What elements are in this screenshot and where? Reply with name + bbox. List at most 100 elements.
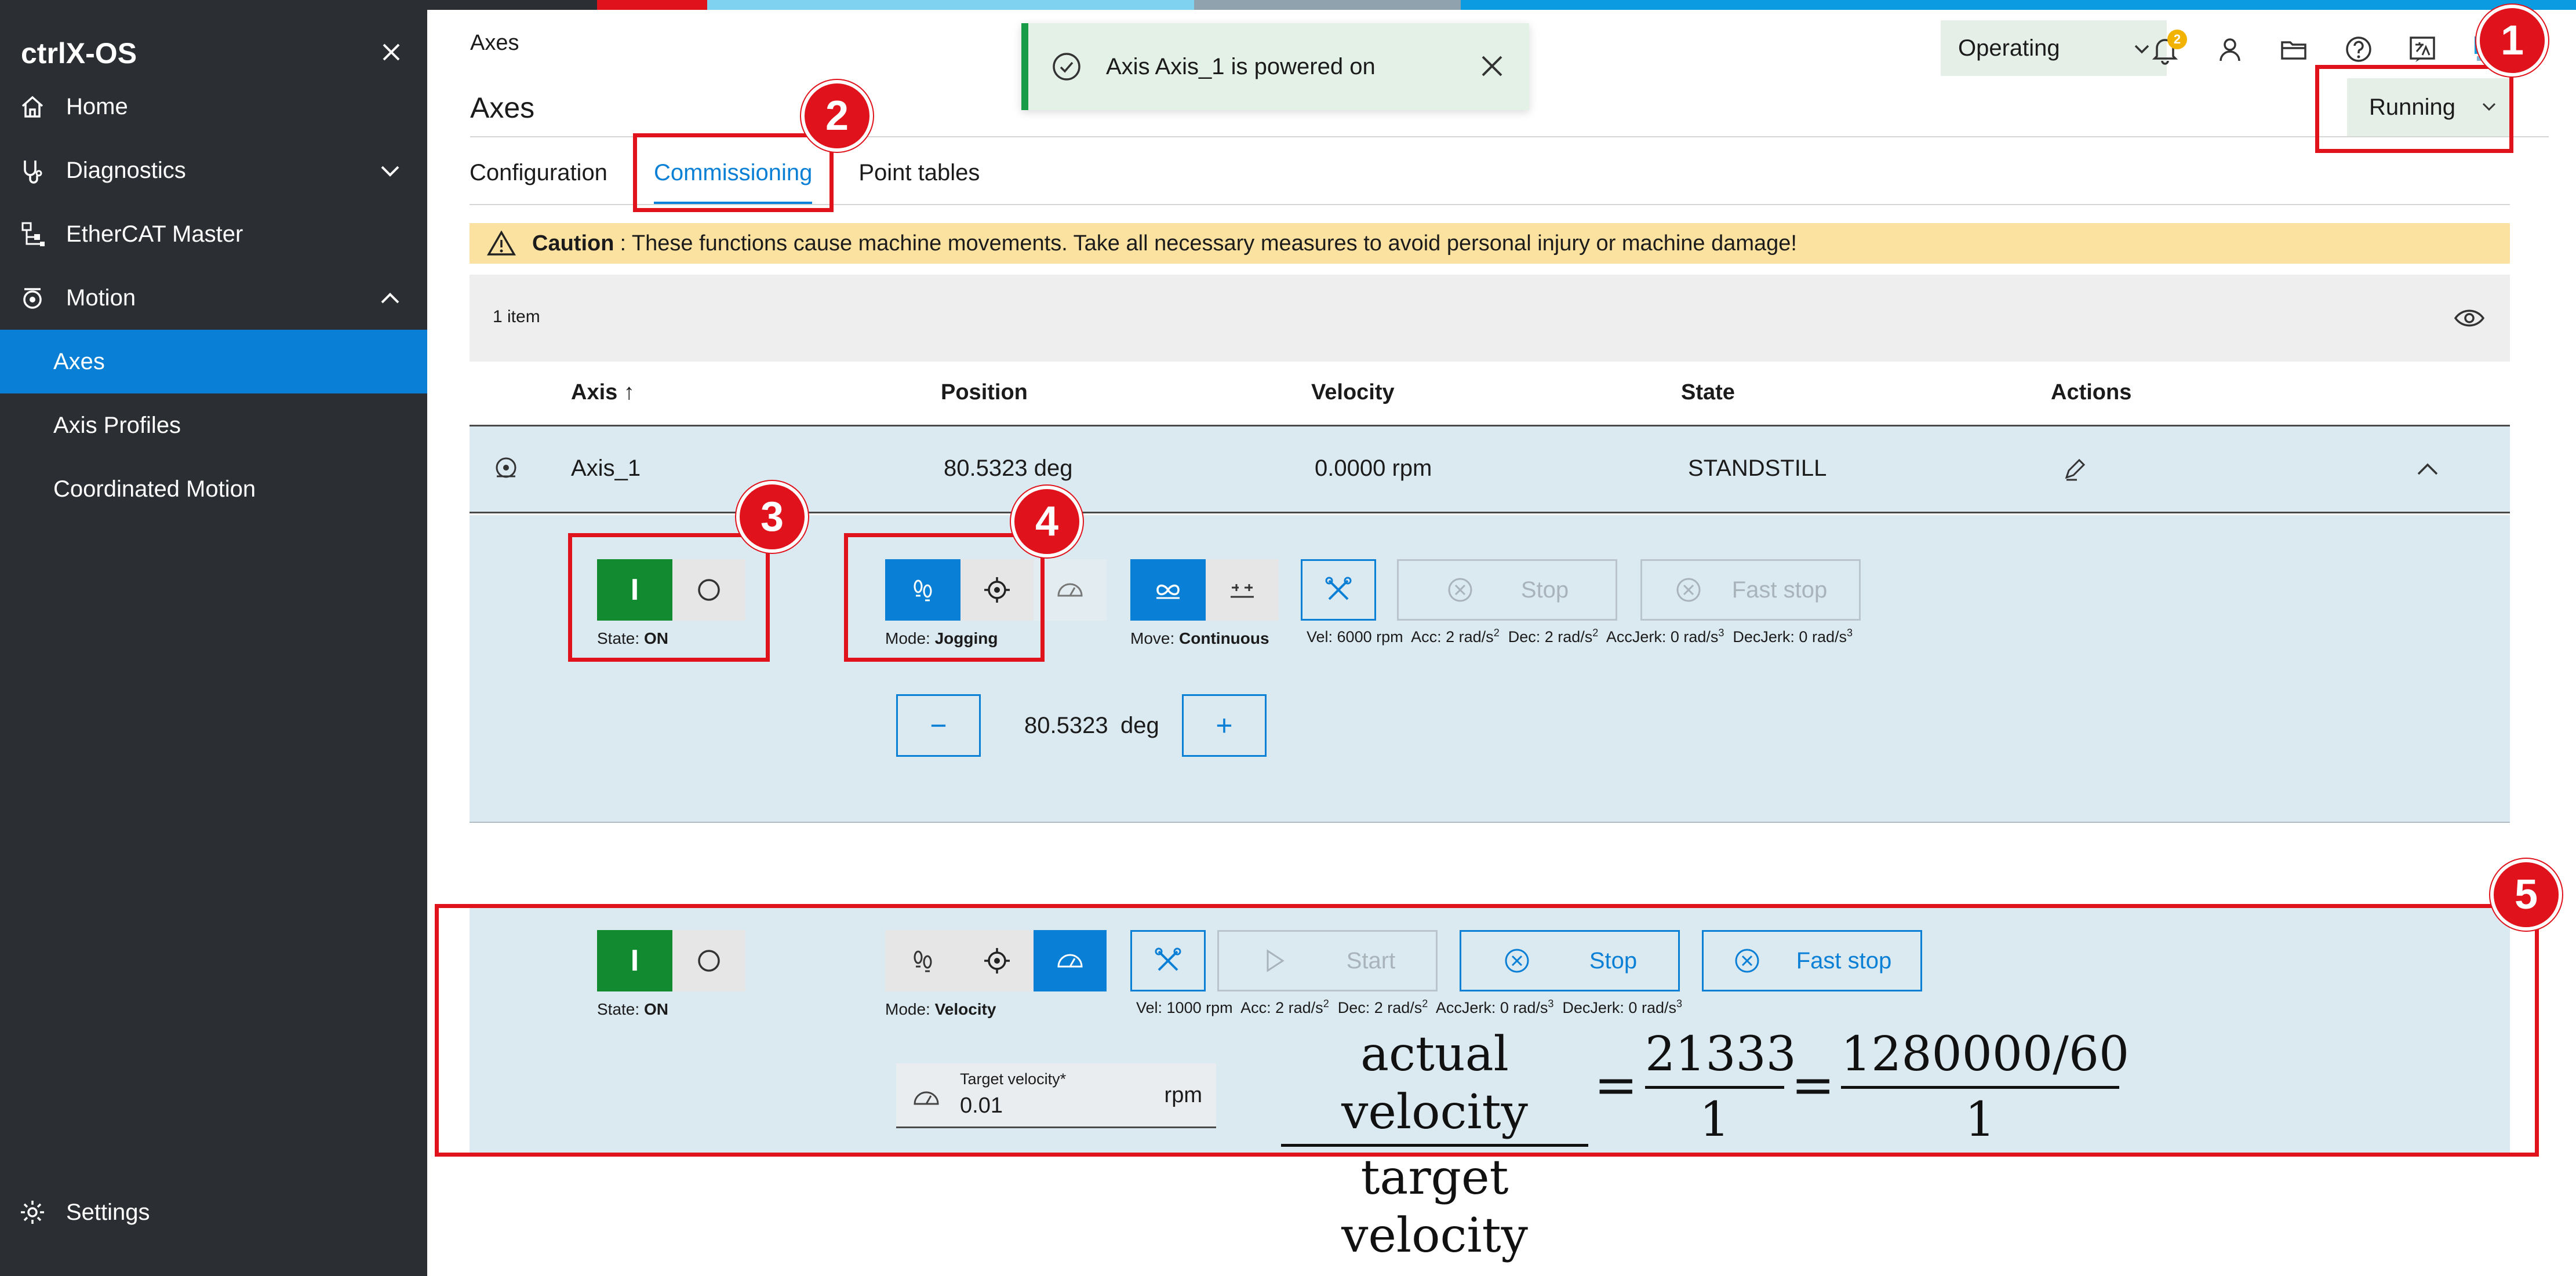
column-header-velocity[interactable]: Velocity (1311, 380, 1395, 405)
caution-banner: Caution : These functions cause machine … (470, 223, 2510, 264)
move-label: Move: Continuous (1130, 629, 1269, 648)
callout-box-3 (568, 533, 770, 662)
warning-icon (487, 231, 516, 256)
parameters-button[interactable] (1301, 559, 1376, 621)
home-icon (16, 90, 49, 123)
column-header-position[interactable]: Position (941, 380, 1028, 405)
help-icon (2342, 33, 2375, 65)
topbar-segment (1461, 0, 2576, 10)
sidebar-item-coordinated-motion[interactable]: Coordinated Motion (0, 457, 427, 521)
table-toolbar: 1 item (470, 275, 2510, 362)
topbar-segment (597, 0, 707, 10)
tab-configuration[interactable]: Configuration (470, 156, 607, 209)
param-exp: 2 (1493, 627, 1500, 639)
callout-badge-1: 1 (2476, 5, 2548, 76)
topbar-segment (1194, 0, 1461, 10)
edit-icon[interactable] (2061, 455, 2089, 483)
motion-parameters: Vel: 6000 rpm Acc: 2 rad/s2 Dec: 2 rad/s… (1307, 627, 1853, 646)
jog-minus-button[interactable]: − (896, 694, 981, 757)
step-move-icon (1231, 584, 1254, 598)
caution-text: : These functions cause machine movement… (620, 231, 1797, 256)
jog-position-unit: deg (1120, 713, 1159, 738)
axis-velocity: 0.0000 rpm (1315, 455, 1432, 481)
axis-state: STANDSTILL (1688, 455, 1827, 481)
tab-point-tables[interactable]: Point tables (858, 156, 980, 209)
operating-mode-select[interactable]: Operating (1941, 20, 2167, 76)
sidebar-item-label: EtherCAT Master (66, 221, 243, 247)
user-icon (2214, 33, 2246, 65)
column-header-state[interactable]: State (1681, 380, 1735, 405)
sidebar-item-motion[interactable]: Motion (0, 266, 427, 330)
jog-plus-button[interactable]: + (1182, 694, 1267, 757)
sidebar-item-label: Home (66, 93, 128, 119)
param-decjerk: DecJerk: 0 rad/s (1733, 628, 1847, 646)
operating-mode-value: Operating (1958, 35, 2060, 61)
toast-message: Axis Axis_1 is powered on (1106, 53, 1376, 79)
sidebar-item-label: Diagnostics (66, 157, 186, 183)
param-dec: Dec: 2 rad/s (1508, 628, 1593, 646)
callout-box-5 (435, 904, 2539, 1157)
sidebar-item-home[interactable]: Home (0, 75, 427, 138)
column-header-axis[interactable]: Axis ↑ (571, 380, 635, 405)
stop-button[interactable]: Stop (1397, 559, 1617, 621)
sidebar-item-label: Motion (66, 285, 136, 311)
notifications-button[interactable]: 2 (2148, 30, 2187, 67)
top-color-bar (0, 0, 2576, 10)
translate-icon (2406, 33, 2439, 65)
help-button[interactable] (2341, 32, 2376, 67)
param-accjerk: AccJerk: 0 rad/s (1606, 628, 1719, 646)
caution-title: Caution (532, 231, 614, 256)
axis-position: 80.5323 deg (944, 455, 1073, 481)
callout-badge-2: 2 (801, 80, 873, 152)
chevron-down-icon[interactable] (379, 159, 402, 183)
breadcrumb[interactable]: Axes (470, 31, 519, 56)
gauge-icon (1057, 583, 1083, 597)
fraction-denominator: target velocity (1341, 1150, 1528, 1263)
close-icon[interactable] (1478, 52, 1506, 80)
callout-box-1 (2315, 65, 2513, 153)
cancel-circle-icon (1448, 578, 1472, 602)
column-header-actions: Actions (2051, 380, 2132, 404)
sidebar-item-label: Coordinated Motion (53, 476, 256, 502)
jog-position-value: 80.5323 (1024, 713, 1108, 738)
move-continuous-button[interactable] (1130, 559, 1206, 621)
fast-stop-button-label: Fast stop (1731, 577, 1828, 603)
eye-icon[interactable] (2452, 304, 2487, 333)
sidebar-item-axis-profiles[interactable]: Axis Profiles (0, 393, 427, 457)
param-vel: Vel: 6000 rpm (1307, 628, 1403, 646)
motion-icon (16, 282, 49, 314)
param-acc: Acc: 2 rad/s (1411, 628, 1494, 646)
page-title: Axes (470, 92, 535, 124)
notification-badge: 2 (2167, 30, 2187, 49)
chevron-up-icon[interactable] (379, 287, 402, 310)
sidebar: ctrlX-OS Home Diagnostics EtherCAT Maste… (0, 10, 427, 1276)
infinity-icon (1156, 584, 1180, 599)
sidebar-item-settings[interactable]: Settings (0, 1180, 427, 1244)
folder-button[interactable] (2276, 32, 2311, 67)
move-label-key: Move: (1130, 629, 1175, 647)
close-icon[interactable] (377, 38, 406, 67)
fast-stop-button[interactable]: Fast stop (1640, 559, 1861, 621)
sidebar-item-axes[interactable]: Axes (0, 330, 427, 393)
translate-button[interactable] (2405, 32, 2440, 67)
axis-icon (493, 454, 519, 481)
move-label-value: Continuous (1179, 629, 1269, 647)
move-step-button[interactable] (1206, 559, 1279, 621)
toast-notification: Axis Axis_1 is powered on (1021, 23, 1529, 110)
tools-icon (1325, 577, 1352, 600)
sidebar-item-diagnostics[interactable]: Diagnostics (0, 138, 427, 202)
folder-icon (2277, 33, 2310, 65)
gear-icon (16, 1196, 49, 1228)
callout-box-2 (633, 133, 834, 212)
param-exp: 3 (1718, 627, 1724, 639)
cancel-circle-icon (1676, 578, 1701, 602)
chevron-up-icon[interactable] (2415, 457, 2440, 482)
network-icon (16, 218, 49, 250)
sidebar-item-label: Settings (66, 1199, 150, 1225)
user-button[interactable] (2213, 32, 2247, 67)
item-count: 1 item (493, 307, 540, 326)
sidebar-item-ethercat-master[interactable]: EtherCAT Master (0, 202, 427, 266)
axis-name: Axis_1 (571, 455, 641, 481)
callout-badge-5: 5 (2490, 859, 2562, 931)
callout-badge-3: 3 (736, 481, 808, 553)
